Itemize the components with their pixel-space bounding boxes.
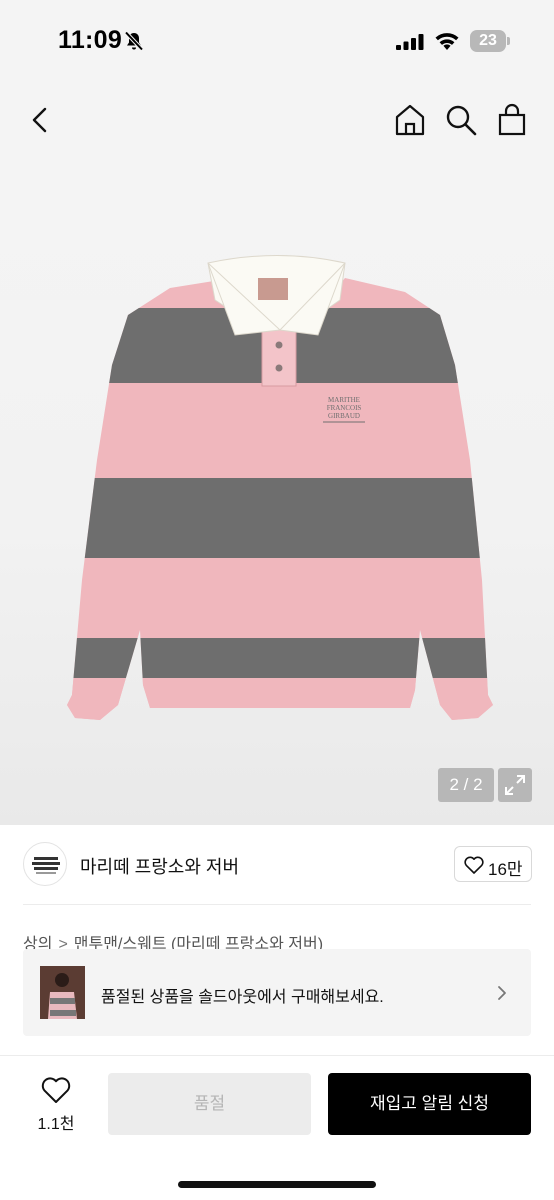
restock-alert-button[interactable]: 재입고 알림 신청 xyxy=(328,1073,531,1135)
expand-icon xyxy=(505,775,525,795)
soldout-button: 품절 xyxy=(108,1073,311,1135)
wishlist-count: 1.1천 xyxy=(37,1116,75,1133)
heart-icon xyxy=(41,1077,71,1103)
heart-icon xyxy=(464,856,484,874)
shopping-bag-icon[interactable] xyxy=(494,102,530,138)
wifi-icon xyxy=(435,33,459,50)
soldout-banner[interactable]: 품절된 상품을 솔드아웃에서 구매해보세요. xyxy=(23,949,531,1036)
wishlist-button[interactable]: 1.1천 xyxy=(28,1074,84,1134)
brand-logo-mark xyxy=(32,857,60,874)
soldout-thumbnail xyxy=(40,966,85,1019)
home-icon[interactable] xyxy=(392,102,428,138)
cellular-signal-icon xyxy=(396,34,424,50)
status-time: 11:09 xyxy=(58,26,123,54)
product-image: MARITHE FRANCOIS GIRBAUD xyxy=(67,255,493,720)
bell-off-icon xyxy=(124,31,144,51)
battery-tip xyxy=(507,37,510,45)
search-icon[interactable] xyxy=(443,102,479,138)
back-icon[interactable] xyxy=(22,102,58,138)
chevron-right-icon xyxy=(498,986,506,1000)
expand-button[interactable] xyxy=(498,768,532,802)
chest-logo-line-1: MARITHE xyxy=(328,396,360,404)
header-nav xyxy=(0,82,554,160)
battery-indicator: 23 xyxy=(470,30,510,52)
image-counter: 2 / 2 xyxy=(438,768,494,802)
status-bar: 11:09 23 xyxy=(0,0,554,82)
battery-level: 23 xyxy=(479,32,497,49)
bottom-bar-divider xyxy=(0,1055,554,1056)
brand-name[interactable]: 마리떼 프랑소와 저버 xyxy=(80,853,239,879)
chest-logo-line-2: FRANCOIS xyxy=(327,404,362,412)
chest-logo-line-3: GIRBAUD xyxy=(328,412,360,420)
soldout-banner-text: 품절된 상품을 솔드아웃에서 구매해보세요. xyxy=(101,989,384,1006)
product-image-gallery[interactable]: MARITHE FRANCOIS GIRBAUD 2 / 2 xyxy=(0,160,554,825)
brand-logo[interactable] xyxy=(23,842,67,886)
soldout-thumbnail-image xyxy=(40,966,85,1019)
home-indicator xyxy=(178,1181,376,1188)
brand-row[interactable]: 마리떼 프랑소와 저버 16만 xyxy=(0,840,554,890)
divider xyxy=(23,904,531,905)
like-count: 16만 xyxy=(488,860,523,879)
like-button[interactable]: 16만 xyxy=(454,846,532,882)
